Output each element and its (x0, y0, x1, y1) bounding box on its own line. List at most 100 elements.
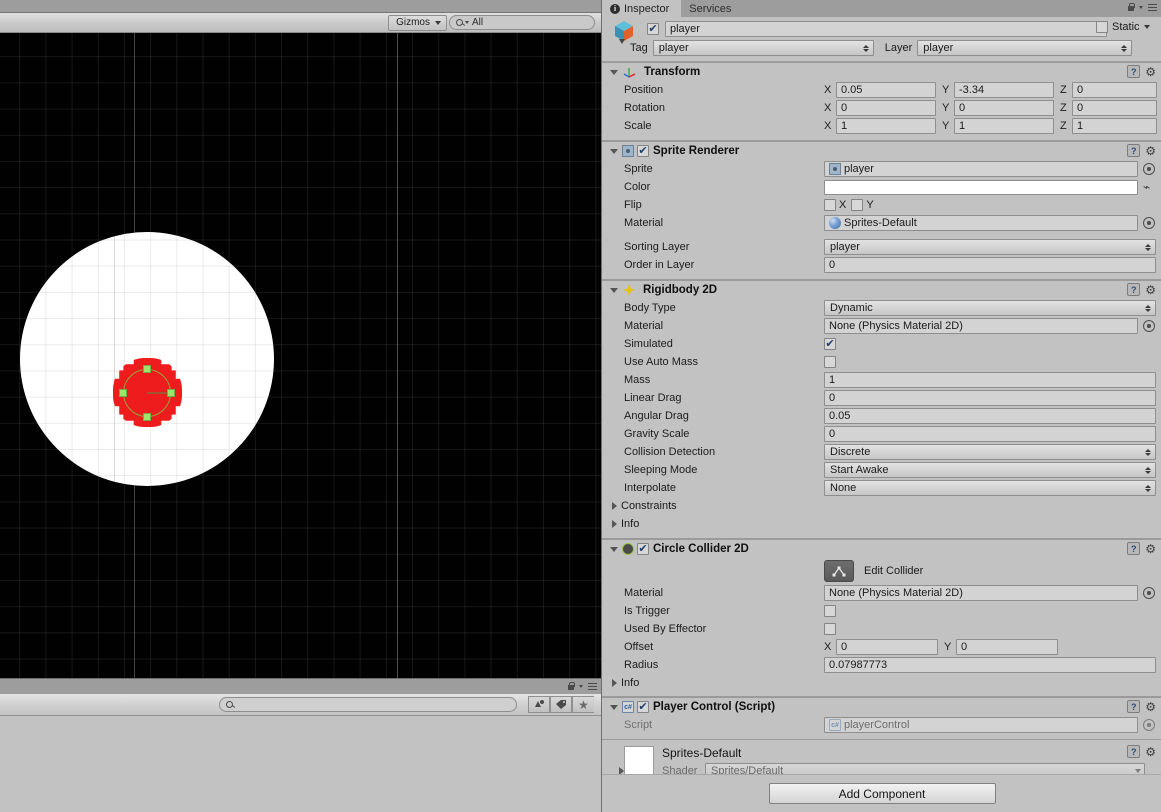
panel-menu-icon[interactable] (588, 682, 597, 691)
tab-services[interactable]: Services (681, 0, 743, 17)
static-dropdown-arrow-icon[interactable] (1143, 25, 1150, 29)
gear-icon[interactable]: ⚙ (1145, 701, 1156, 713)
gear-icon[interactable]: ⚙ (1145, 543, 1156, 555)
linear-drag-input[interactable]: 0 (824, 390, 1156, 406)
favorites-button[interactable]: ★ (572, 696, 594, 713)
collider-material-picker-button[interactable] (1143, 587, 1155, 599)
collider-handle-left[interactable] (119, 389, 127, 397)
collider-handle-right[interactable] (167, 389, 175, 397)
scene-viewport[interactable] (0, 33, 601, 678)
component-header-player-control[interactable]: c# Player Control (Script) ? ⚙ (602, 697, 1161, 716)
foldout-arrow-icon[interactable] (610, 546, 618, 552)
position-y-input[interactable]: -3.34 (954, 82, 1054, 98)
static-checkbox[interactable] (1096, 21, 1108, 33)
sprite-picker-button[interactable] (1143, 163, 1155, 175)
sprite-object-field[interactable]: player (824, 161, 1138, 177)
gizmos-dropdown[interactable]: Gizmos (388, 14, 447, 31)
foldout-arrow-icon[interactable] (610, 148, 618, 154)
foldout-arrow-icon[interactable] (610, 704, 618, 710)
position-z-input[interactable]: 0 (1072, 82, 1157, 98)
gear-icon[interactable]: ⚙ (1145, 746, 1156, 758)
use-auto-mass-checkbox[interactable] (824, 356, 836, 368)
material-picker-button[interactable] (1143, 217, 1155, 229)
filter-by-label-button[interactable] (550, 696, 572, 713)
tab-inspector[interactable]: i Inspector (602, 0, 682, 17)
material-object-field[interactable]: Sprites-Default (824, 215, 1138, 231)
radius-input[interactable]: 0.07987773 (824, 657, 1156, 673)
tag-dropdown[interactable]: player (652, 40, 874, 56)
component-header-rigidbody2d[interactable]: Rigidbody 2D ? ⚙ (602, 280, 1161, 299)
gravity-scale-input[interactable]: 0 (824, 426, 1156, 442)
collider-material-object-field[interactable]: None (Physics Material 2D) (824, 585, 1138, 601)
component-header-transform[interactable]: Transform ? ⚙ (602, 62, 1161, 81)
row-rotation: Rotation X 0 Y 0 Z 0 (602, 99, 1161, 117)
body-type-dropdown[interactable]: Dynamic (824, 300, 1156, 316)
edit-collider-button[interactable] (824, 560, 854, 582)
collision-detection-dropdown[interactable]: Discrete (824, 444, 1156, 460)
help-icon[interactable]: ? (1127, 542, 1141, 555)
rotation-x-input[interactable]: 0 (836, 100, 936, 116)
gameobject-enabled-checkbox[interactable] (647, 23, 659, 35)
used-by-effector-checkbox[interactable] (824, 623, 836, 635)
scene-search-input[interactable]: All (449, 15, 595, 30)
simulated-checkbox[interactable] (824, 338, 836, 350)
help-icon[interactable]: ? (1127, 745, 1141, 758)
lock-icon[interactable] (1127, 3, 1135, 12)
offset-x-input[interactable]: 0 (836, 639, 938, 655)
circle-collider-enabled-checkbox[interactable] (637, 543, 649, 555)
row-rb-info-foldout[interactable]: Info (602, 515, 1161, 533)
body-type-value: Dynamic (830, 302, 873, 314)
position-x-input[interactable]: 0.05 (836, 82, 936, 98)
gear-icon[interactable]: ⚙ (1145, 66, 1156, 78)
player-control-enabled-checkbox[interactable] (637, 701, 649, 713)
is-trigger-checkbox[interactable] (824, 605, 836, 617)
color-swatch-field[interactable] (824, 179, 1138, 195)
sleeping-mode-dropdown[interactable]: Start Awake (824, 462, 1156, 478)
gear-icon[interactable]: ⚙ (1145, 145, 1156, 157)
offset-y-input[interactable]: 0 (956, 639, 1058, 655)
script-object-field: c# playerControl (824, 717, 1138, 733)
scale-x-input[interactable]: 1 (836, 118, 936, 134)
project-search-input[interactable] (219, 697, 517, 712)
help-icon[interactable]: ? (1127, 65, 1141, 78)
lock-icon[interactable] (567, 682, 575, 691)
component-header-circle-collider2d[interactable]: Circle Collider 2D ? ⚙ (602, 539, 1161, 558)
help-icon[interactable]: ? (1127, 144, 1141, 157)
inspector-menu-icon[interactable] (1148, 3, 1157, 12)
flip-x-checkbox[interactable] (824, 199, 836, 211)
gear-icon[interactable]: ⚙ (1145, 284, 1156, 296)
foldout-arrow-icon[interactable] (610, 69, 618, 75)
foldout-arrow-icon[interactable] (612, 502, 617, 510)
gameobject-name-input[interactable]: player (665, 21, 1107, 37)
foldout-arrow-icon[interactable] (612, 520, 617, 528)
order-in-layer-input[interactable]: 0 (824, 257, 1156, 273)
component-header-sprite-renderer[interactable]: Sprite Renderer ? ⚙ (602, 141, 1161, 160)
help-icon[interactable]: ? (1127, 283, 1141, 296)
rb-material-picker-button[interactable] (1143, 320, 1155, 332)
layer-dropdown[interactable]: player (917, 40, 1133, 56)
sprite-renderer-enabled-checkbox[interactable] (637, 145, 649, 157)
help-icon[interactable]: ? (1127, 700, 1141, 713)
eyedropper-icon[interactable]: ⌁ (1143, 180, 1150, 194)
foldout-arrow-icon[interactable] (610, 287, 618, 293)
add-component-button[interactable]: Add Component (768, 783, 996, 804)
mass-input[interactable]: 1 (824, 372, 1156, 388)
rb-material-object-field[interactable]: None (Physics Material 2D) (824, 318, 1138, 334)
material-value: Sprites-Default (844, 217, 917, 229)
sorting-layer-dropdown[interactable]: player (824, 239, 1156, 255)
foldout-arrow-icon[interactable] (612, 679, 617, 687)
grid-axis-line-primary (397, 33, 398, 678)
scale-y-input[interactable]: 1 (954, 118, 1054, 134)
interpolate-dropdown[interactable]: None (824, 480, 1156, 496)
project-browser-body[interactable] (0, 716, 601, 812)
collider-handle-bottom[interactable] (143, 413, 151, 421)
collider-handle-top[interactable] (143, 365, 151, 373)
flip-y-checkbox[interactable] (851, 199, 864, 211)
row-constraints-foldout[interactable]: Constraints (602, 497, 1161, 515)
filter-by-type-button[interactable] (528, 696, 550, 713)
scale-z-input[interactable]: 1 (1072, 118, 1157, 134)
angular-drag-input[interactable]: 0.05 (824, 408, 1156, 424)
rotation-y-input[interactable]: 0 (954, 100, 1054, 116)
row-collider-info-foldout[interactable]: Info (602, 674, 1161, 692)
rotation-z-input[interactable]: 0 (1072, 100, 1157, 116)
